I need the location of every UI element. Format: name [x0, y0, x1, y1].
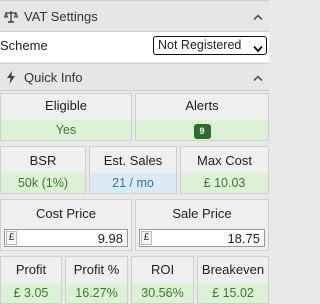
lightning-icon	[4, 70, 18, 84]
profit-percent-value: 16.27%	[66, 283, 127, 303]
breakeven-label: Breakeven	[201, 262, 265, 277]
scales-icon	[4, 9, 18, 23]
max-cost-card: Max Cost £ 10.03	[180, 146, 269, 194]
vat-settings-title: VAT Settings	[24, 8, 98, 24]
cost-price-field[interactable]: £	[4, 229, 128, 247]
profit-percent-card: Profit % 16.27%	[65, 256, 128, 304]
alerts-value: 9	[136, 120, 268, 140]
currency-selector[interactable]: £	[141, 231, 152, 245]
est-sales-label: Est. Sales	[103, 153, 163, 168]
profit-value: £ 3.05	[1, 283, 61, 303]
bsr-label: BSR	[29, 153, 57, 168]
quick-info-title: Quick Info	[24, 69, 83, 85]
roi-value: 30.56%	[132, 283, 193, 303]
profit-label: Profit	[15, 262, 47, 277]
scheme-label: Scheme	[0, 38, 48, 53]
alerts-card[interactable]: Alerts 9	[135, 93, 269, 141]
alerts-label: Alerts	[185, 98, 219, 113]
est-sales-value: 21 / mo	[90, 173, 176, 193]
chevron-up-icon[interactable]	[253, 9, 263, 24]
cost-price-label: Cost Price	[36, 206, 96, 221]
chevron-up-icon[interactable]	[253, 70, 263, 85]
scheme-select[interactable]: Not Registered	[153, 36, 267, 55]
bsr-value: 50k (1%)	[1, 173, 85, 193]
profit-card: Profit £ 3.05	[0, 256, 62, 304]
breakeven-value: £ 15.02	[198, 283, 268, 303]
eligible-label: Eligible	[45, 98, 87, 113]
bsr-card: BSR 50k (1%)	[0, 146, 86, 194]
est-sales-card: Est. Sales 21 / mo	[89, 146, 177, 194]
roi-card: ROI 30.56%	[131, 256, 194, 304]
scheme-row: Scheme Not Registered	[0, 32, 269, 62]
sale-price-field[interactable]: £	[139, 229, 265, 247]
alerts-count-badge[interactable]: 9	[193, 124, 211, 139]
chevron-down-icon	[253, 41, 263, 58]
roi-label: ROI	[150, 262, 175, 277]
sale-price-card: Sale Price £	[135, 199, 269, 251]
vat-settings-header[interactable]: VAT Settings	[0, 0, 269, 32]
cost-price-card: Cost Price £	[0, 199, 132, 251]
eligible-card: Eligible Yes	[0, 93, 132, 141]
cost-price-input[interactable]	[19, 230, 125, 246]
scheme-selected-value: Not Registered	[158, 38, 242, 52]
eligible-value: Yes	[1, 120, 131, 140]
quick-info-header[interactable]: Quick Info	[0, 63, 269, 91]
max-cost-value: £ 10.03	[181, 173, 268, 193]
max-cost-label: Max Cost	[197, 153, 252, 168]
sale-price-label: Sale Price	[172, 206, 232, 221]
currency-selector[interactable]: £	[6, 231, 17, 245]
sale-price-input[interactable]	[154, 230, 262, 246]
profit-percent-label: Profit %	[73, 262, 120, 277]
breakeven-card: Breakeven £ 15.02	[197, 256, 269, 304]
